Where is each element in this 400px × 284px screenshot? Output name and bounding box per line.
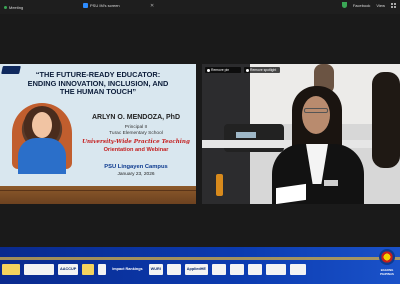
logo-seal-7: [265, 263, 286, 275]
bagong-pilipinas-logo: BAGONG PILIPINAS: [376, 249, 398, 279]
logo-strip: AACCUP Impact Rankings WURI AppliedHE: [0, 262, 380, 276]
logo-seal-8: [289, 263, 306, 275]
remove-pin-button[interactable]: Remove pin: [205, 67, 241, 73]
app-title: Meeting: [9, 4, 24, 10]
logo-appliedhe: AppliedHE: [184, 263, 208, 275]
remove-spotlight-label: Remove spotlight: [250, 68, 277, 72]
logo-seal-2: [82, 263, 95, 275]
slide-floor-line: [0, 190, 196, 191]
share-app-icon: [83, 3, 88, 8]
bottom-logo-banner: AACCUP Impact Rankings WURI AppliedHE BA…: [0, 247, 400, 284]
speaker-face: [302, 96, 330, 134]
speaker-glasses: [304, 108, 328, 113]
bagong-pilipinas-text: BAGONG PILIPINAS: [380, 268, 394, 276]
banner-stripe: [0, 257, 400, 260]
video-bottle: [216, 174, 223, 196]
gallery-grid-icon[interactable]: [391, 2, 396, 8]
slide-title: “THE FUTURE-READY EDUCATOR: ENDING INNOV…: [0, 70, 196, 97]
event-subtitle: Orientation and Webinar: [103, 147, 169, 153]
logo-placeholder-1: [24, 263, 54, 275]
event-title: University-Wide Practice Teaching: [82, 139, 190, 145]
logo-aaccup: AACCUP: [58, 263, 79, 275]
share-label: PSU IM's screen: [90, 3, 120, 8]
logo-impact-rankings: Impact Rankings: [112, 267, 143, 271]
logo-the-icon: [98, 263, 107, 275]
close-share-icon[interactable]: ✕: [150, 3, 154, 9]
speaker-role: Principal II: [124, 125, 148, 130]
campus-name: PSU Lingayen Campus: [104, 164, 168, 170]
logo-seal-4: [211, 263, 226, 275]
speaker-school: Turac Elementary School: [109, 131, 163, 136]
facebook-live-label[interactable]: Facebook: [353, 3, 371, 8]
video-laptop: [236, 132, 256, 138]
logo-seal-5: [229, 263, 244, 275]
logo-seal-3: [166, 263, 181, 275]
spotlight-icon: [246, 68, 249, 72]
slide-floor-decoration: [0, 186, 196, 204]
video-side-person: [372, 72, 400, 168]
meeting-info[interactable]: Meeting: [0, 5, 23, 10]
meeting-top-bar: Meeting PSU IM's screen ✕ Facebook View: [0, 0, 400, 14]
speaker-portrait-face: [32, 112, 52, 138]
speaker-portrait-body: [18, 138, 66, 174]
logo-seal-6: [247, 263, 262, 275]
speaker-badge: [324, 180, 338, 186]
sun-icon: [379, 249, 395, 265]
logo-wuri: WURI: [148, 263, 163, 275]
screen-share-indicator[interactable]: PSU IM's screen: [83, 3, 120, 8]
speaker-name: ARLYN O. MENDOZA, PhD: [91, 114, 181, 121]
meeting-status-icon: [4, 5, 7, 9]
event-date: January 23, 2026: [117, 172, 155, 177]
view-label[interactable]: View: [376, 3, 385, 8]
pin-icon: [207, 68, 210, 72]
logo-seal-1: [2, 263, 20, 275]
shield-icon[interactable]: [341, 2, 347, 8]
shared-screen: “THE FUTURE-READY EDUCATOR: ENDING INNOV…: [0, 64, 196, 204]
remove-spotlight-button[interactable]: Remove spotlight: [244, 67, 280, 73]
slide-title-line-3: THE HUMAN TOUCH”: [59, 87, 137, 97]
speaker-video[interactable]: Remove pin Remove spotlight: [202, 64, 400, 204]
remove-pin-label: Remove pin: [211, 68, 230, 72]
